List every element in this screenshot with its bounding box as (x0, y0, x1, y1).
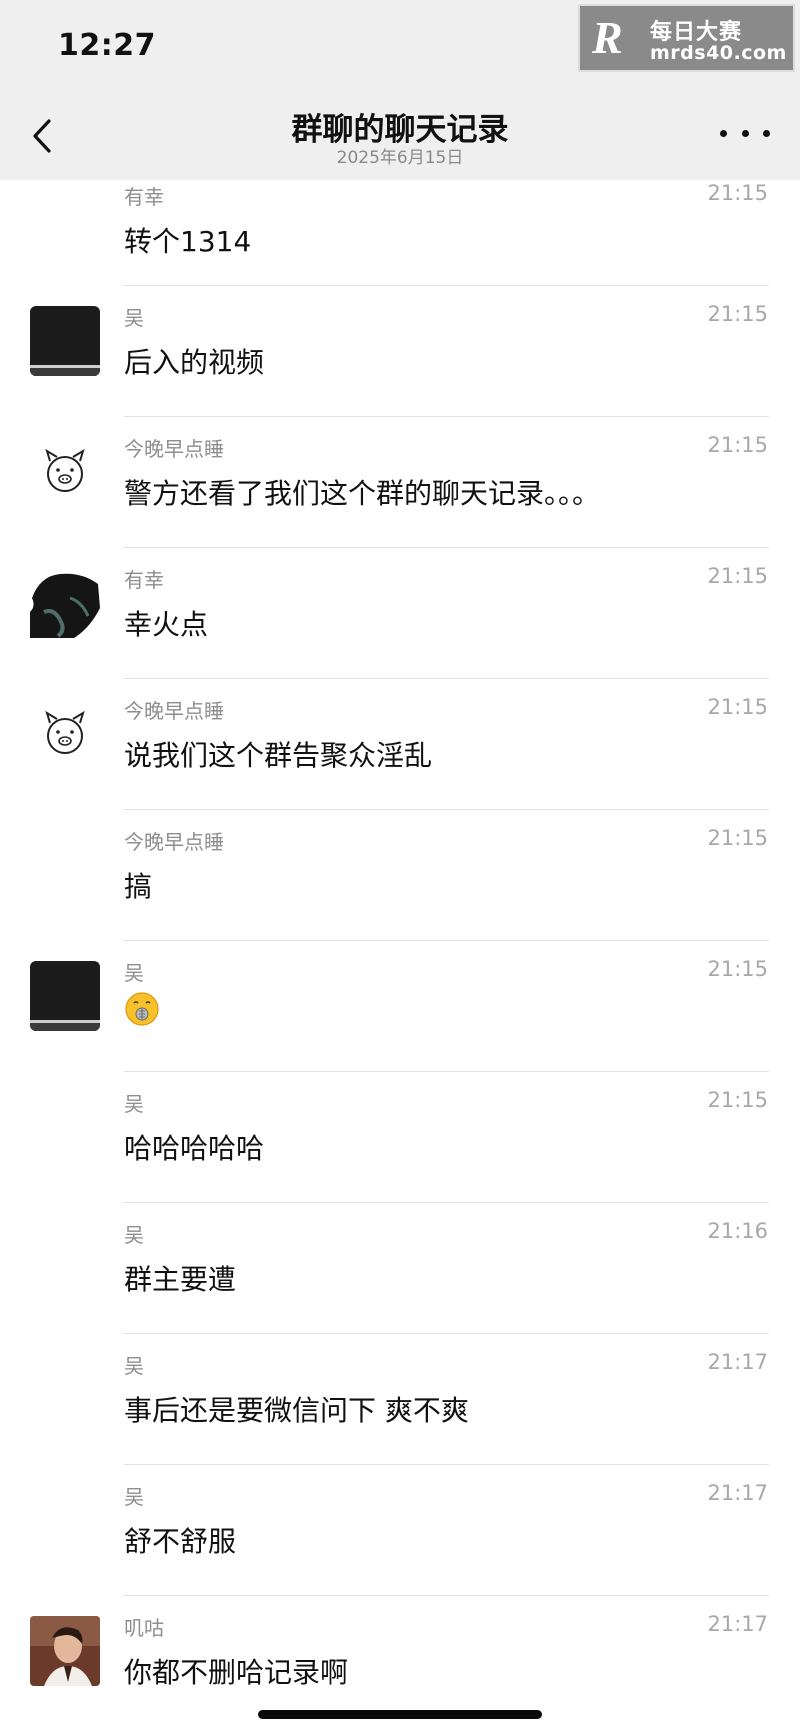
message-text: 搞 (124, 870, 153, 903)
status-bar-time: 12:27 (58, 28, 156, 63)
message-text: 群主要遭 (124, 1263, 237, 1296)
nav-header: 12:27 R 每日大赛 mrds40.com 群聊的聊天记录 2025年6月1… (0, 0, 800, 180)
message-sender: 有幸 (124, 568, 164, 592)
message-sender: 有幸 (124, 185, 164, 209)
message-text: 你都不删哈记录啊 (124, 1656, 349, 1689)
chat-message[interactable]: 吴 21:17 事后还是要微信问下 爽不爽 (0, 1334, 800, 1465)
avatar[interactable] (30, 437, 100, 507)
watermark-logo: R (592, 12, 623, 63)
chat-message[interactable]: 吴 21:15 哈哈哈哈哈 (0, 1072, 800, 1203)
message-text: 警方还看了我们这个群的聊天记录。。。 (124, 477, 601, 510)
message-text: 转个1314 (124, 225, 252, 258)
more-button[interactable] (720, 118, 770, 148)
chat-message[interactable]: 吴 21:15 (0, 941, 800, 1072)
message-time: 21:15 (707, 957, 768, 981)
message-time: 21:16 (707, 1219, 768, 1243)
chat-message[interactable]: 今晚早点睡 21:15 搞 (0, 810, 800, 941)
message-time: 21:15 (707, 695, 768, 719)
message-sender: 吴 (124, 1223, 144, 1247)
message-time: 21:15 (707, 433, 768, 457)
message-sender: 吴 (124, 306, 144, 330)
zipper-mouth-face-emoji (125, 992, 159, 1026)
dark-figure-avatar-icon (30, 568, 100, 638)
message-text: 事后还是要微信问下 爽不爽 (124, 1394, 469, 1427)
message-sender: 吴 (124, 1092, 144, 1116)
message-time: 21:17 (707, 1350, 768, 1374)
message-sender: 叽咕 (124, 1616, 164, 1640)
avatar[interactable] (30, 568, 100, 638)
watermark-url: mrds40.com (650, 42, 787, 64)
avatar[interactable] (30, 306, 100, 376)
chat-message[interactable]: 叽咕 21:17 你都不删哈记录啊 (0, 1596, 800, 1727)
message-time: 21:15 (707, 302, 768, 326)
message-time: 21:17 (707, 1612, 768, 1636)
chat-message[interactable]: 有幸 21:15 幸火点 (0, 548, 800, 679)
message-text: 舒不舒服 (124, 1525, 237, 1558)
chat-message[interactable]: 今晚早点睡 21:15 说我们这个群告聚众淫乱 (0, 679, 800, 810)
message-time: 21:15 (707, 564, 768, 588)
person-photo-avatar-icon (30, 1616, 100, 1686)
message-sender: 吴 (124, 961, 144, 985)
chat-message[interactable]: 吴 21:16 群主要遭 (0, 1203, 800, 1334)
message-time: 21:15 (707, 826, 768, 850)
message-sender: 今晚早点睡 (124, 437, 224, 461)
avatar[interactable] (30, 961, 100, 1031)
message-text: 说我们这个群告聚众淫乱 (124, 739, 433, 772)
avatar[interactable] (30, 699, 100, 769)
pig-face-icon (45, 710, 85, 754)
chat-message[interactable]: 今晚早点睡 21:15 警方还看了我们这个群的聊天记录。。。 (0, 417, 800, 548)
chevron-left-icon (33, 119, 51, 153)
chat-message[interactable]: 吴 21:15 后入的视频 (0, 286, 800, 417)
message-time: 21:15 (707, 1088, 768, 1112)
message-text: 哈哈哈哈哈 (124, 1132, 265, 1165)
back-button[interactable] (22, 114, 62, 158)
message-sender: 今晚早点睡 (124, 830, 224, 854)
message-sender: 吴 (124, 1485, 144, 1509)
message-time: 21:17 (707, 1481, 768, 1505)
message-text: 幸火点 (124, 608, 209, 641)
chat-message[interactable]: 有幸 21:15 转个1314 (0, 155, 800, 286)
message-sender: 吴 (124, 1354, 144, 1378)
avatar[interactable] (30, 1616, 100, 1686)
message-time: 21:15 (707, 181, 768, 205)
watermark: R 每日大赛 mrds40.com (578, 4, 795, 72)
home-indicator[interactable] (258, 1710, 542, 1719)
pig-face-icon (45, 448, 85, 492)
chat-message[interactable]: 吴 21:17 舒不舒服 (0, 1465, 800, 1596)
message-sender: 今晚早点睡 (124, 699, 224, 723)
more-dots-icon (720, 129, 727, 137)
message-text: 后入的视频 (124, 346, 265, 379)
